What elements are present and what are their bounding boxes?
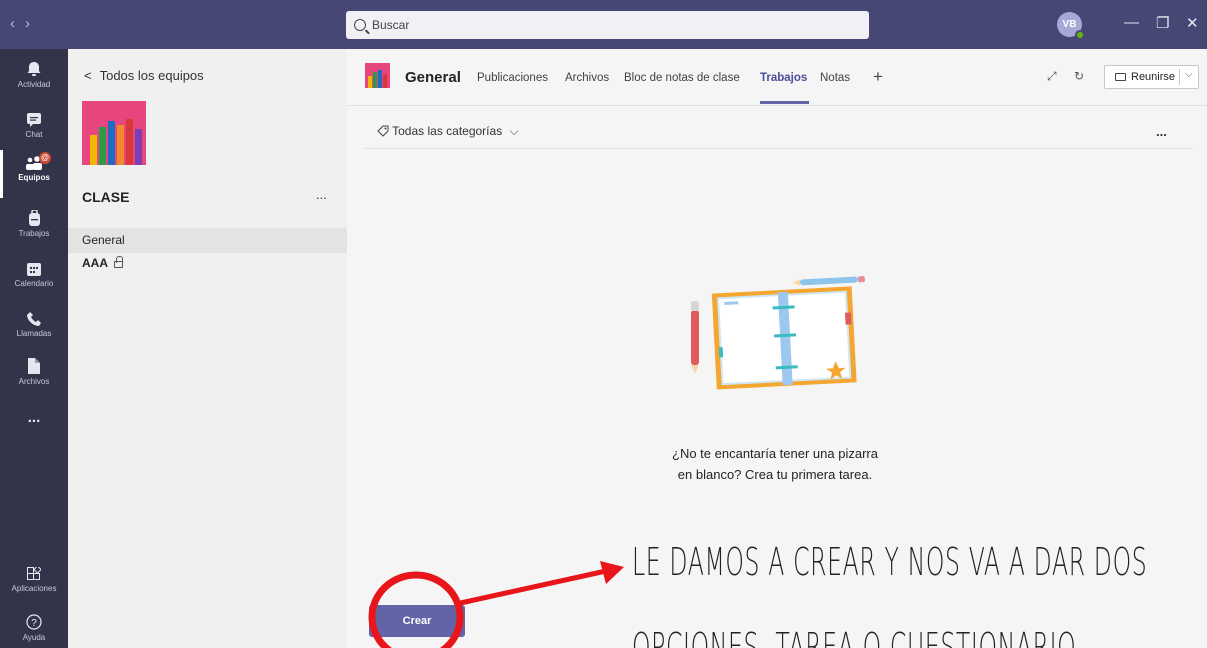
meet-label: Reunirse — [1131, 71, 1176, 83]
channel-item-aaa[interactable]: AAA — [68, 255, 347, 272]
arrow-shaft — [455, 568, 607, 607]
rail-item-chat[interactable]: Chat — [0, 107, 68, 155]
rail-item-actividad[interactable]: Actividad — [0, 57, 68, 105]
divider — [1179, 69, 1180, 85]
apps-icon — [0, 561, 68, 581]
team-more-options-icon[interactable]: ... — [316, 187, 327, 202]
empty-state-message: ¿No te encantaría tener una pizarra en b… — [630, 443, 920, 485]
rail-item-label: Actividad — [17, 80, 51, 89]
bell-icon — [0, 57, 68, 77]
meet-button[interactable]: Reunirse ⌵ — [1104, 65, 1199, 89]
phone-icon — [0, 306, 68, 326]
tab-archivos[interactable]: Archivos — [565, 72, 609, 84]
channel-item-general[interactable]: General — [68, 228, 347, 253]
rail-item-calendario[interactable]: Calendario — [0, 256, 68, 304]
mention-badge: @ — [39, 152, 51, 164]
empty-state-line-1: ¿No te encantaría tener una pizarra — [672, 446, 878, 461]
close-icon[interactable]: ✕ — [1186, 14, 1199, 32]
refresh-icon[interactable]: ↻ — [1074, 69, 1084, 83]
search-icon — [354, 19, 366, 31]
channel-header: General Publicaciones Archivos Bloc de n… — [347, 49, 1207, 106]
rail-item-label: Chat — [25, 130, 43, 139]
chevron-down-icon: ⌵ — [509, 124, 519, 138]
more-options-icon[interactable]: ... — [1156, 124, 1167, 139]
rail-item-label: Llamadas — [16, 329, 52, 338]
avatar-initials: VB — [1062, 19, 1077, 30]
annotation-note-line-1: LE DAMOS A CREAR Y NOS VA A DAR DOS — [632, 540, 1148, 584]
rail-item-llamadas[interactable]: Llamadas — [0, 306, 68, 354]
rail-item-label: Ayuda — [22, 633, 46, 642]
arrow-head-icon — [600, 561, 624, 584]
team-image-pencils-icon — [82, 101, 146, 165]
active-tab-indicator — [760, 101, 809, 104]
rail-item-trabajos[interactable]: Trabajos — [0, 206, 68, 254]
help-icon: ? — [0, 610, 68, 630]
create-assignment-button[interactable]: Crear — [369, 605, 465, 637]
svg-text:?: ? — [31, 618, 37, 629]
add-tab-icon[interactable]: + — [873, 67, 883, 87]
rail-item-label: Archivos — [18, 377, 50, 386]
more-apps-icon[interactable]: ... — [0, 409, 68, 457]
search-placeholder: Buscar — [372, 18, 410, 32]
title-bar: ‹› Buscar VB — ❐ ✕ — [0, 0, 1207, 49]
channel-label: General — [82, 233, 125, 247]
file-icon — [0, 354, 68, 374]
empty-state-line-2: en blanco? Crea tu primera tarea. — [677, 467, 873, 482]
backpack-icon — [0, 206, 68, 226]
chevron-left-icon: < — [84, 68, 92, 83]
tab-bloc-de-notas[interactable]: Bloc de notas de clase — [624, 72, 740, 84]
back-arrow-icon[interactable]: ‹ — [10, 15, 25, 32]
rail-item-label: Calendario — [14, 279, 54, 288]
tab-notas[interactable]: Notas — [820, 72, 850, 84]
chevron-down-icon[interactable]: ⌵ — [1185, 69, 1193, 80]
presence-available-icon — [1075, 30, 1085, 40]
category-filter[interactable]: Todas las categorías ⌵ — [377, 124, 519, 139]
rail-item-label: Equipos — [18, 173, 50, 182]
teams-icon — [0, 150, 68, 170]
avatar[interactable]: VB — [1057, 12, 1085, 40]
empty-notebook-illustration — [691, 276, 865, 390]
maximize-icon[interactable]: ❐ — [1156, 14, 1169, 32]
history-nav: ‹› — [10, 15, 40, 32]
expand-icon[interactable]: ⤢ — [1047, 69, 1057, 84]
app-rail: Actividad Chat @ Equipos Trabajos Calend… — [0, 49, 68, 648]
annotation-note-line-2: OPCIONES, TAREA O CUESTIONARIO — [632, 625, 1077, 648]
rail-item-ayuda[interactable]: ? Ayuda — [0, 610, 68, 648]
tag-icon — [377, 124, 392, 138]
tab-publicaciones[interactable]: Publicaciones — [477, 72, 548, 84]
forward-arrow-icon[interactable]: › — [25, 15, 40, 32]
channel-label: AAA — [82, 256, 108, 270]
search-input[interactable]: Buscar — [346, 11, 869, 39]
filter-label: Todas las categorías — [392, 124, 503, 138]
channel-title: General — [405, 69, 461, 86]
chat-icon — [0, 107, 68, 127]
rail-item-aplicaciones[interactable]: Aplicaciones — [0, 561, 68, 609]
team-name: CLASE — [82, 189, 130, 205]
camera-icon — [1115, 73, 1126, 81]
rail-item-label: Trabajos — [18, 229, 50, 238]
create-label: Crear — [402, 615, 432, 627]
back-label: Todos los equipos — [99, 68, 204, 83]
channel-team-pencils-icon — [365, 63, 390, 88]
rail-item-archivos[interactable]: Archivos — [0, 354, 68, 402]
lock-icon — [114, 256, 123, 268]
calendar-icon — [0, 256, 68, 276]
tab-trabajos[interactable]: Trabajos — [760, 72, 807, 84]
rail-item-equipos[interactable]: @ Equipos — [0, 150, 68, 198]
back-to-teams-link[interactable]: < Todos los equipos — [84, 68, 204, 83]
rail-item-label: Aplicaciones — [11, 584, 57, 593]
minimize-icon[interactable]: — — [1124, 14, 1139, 31]
divider — [364, 148, 1193, 149]
team-pane: < Todos los equipos CLASE ... General AAA — [68, 49, 347, 648]
